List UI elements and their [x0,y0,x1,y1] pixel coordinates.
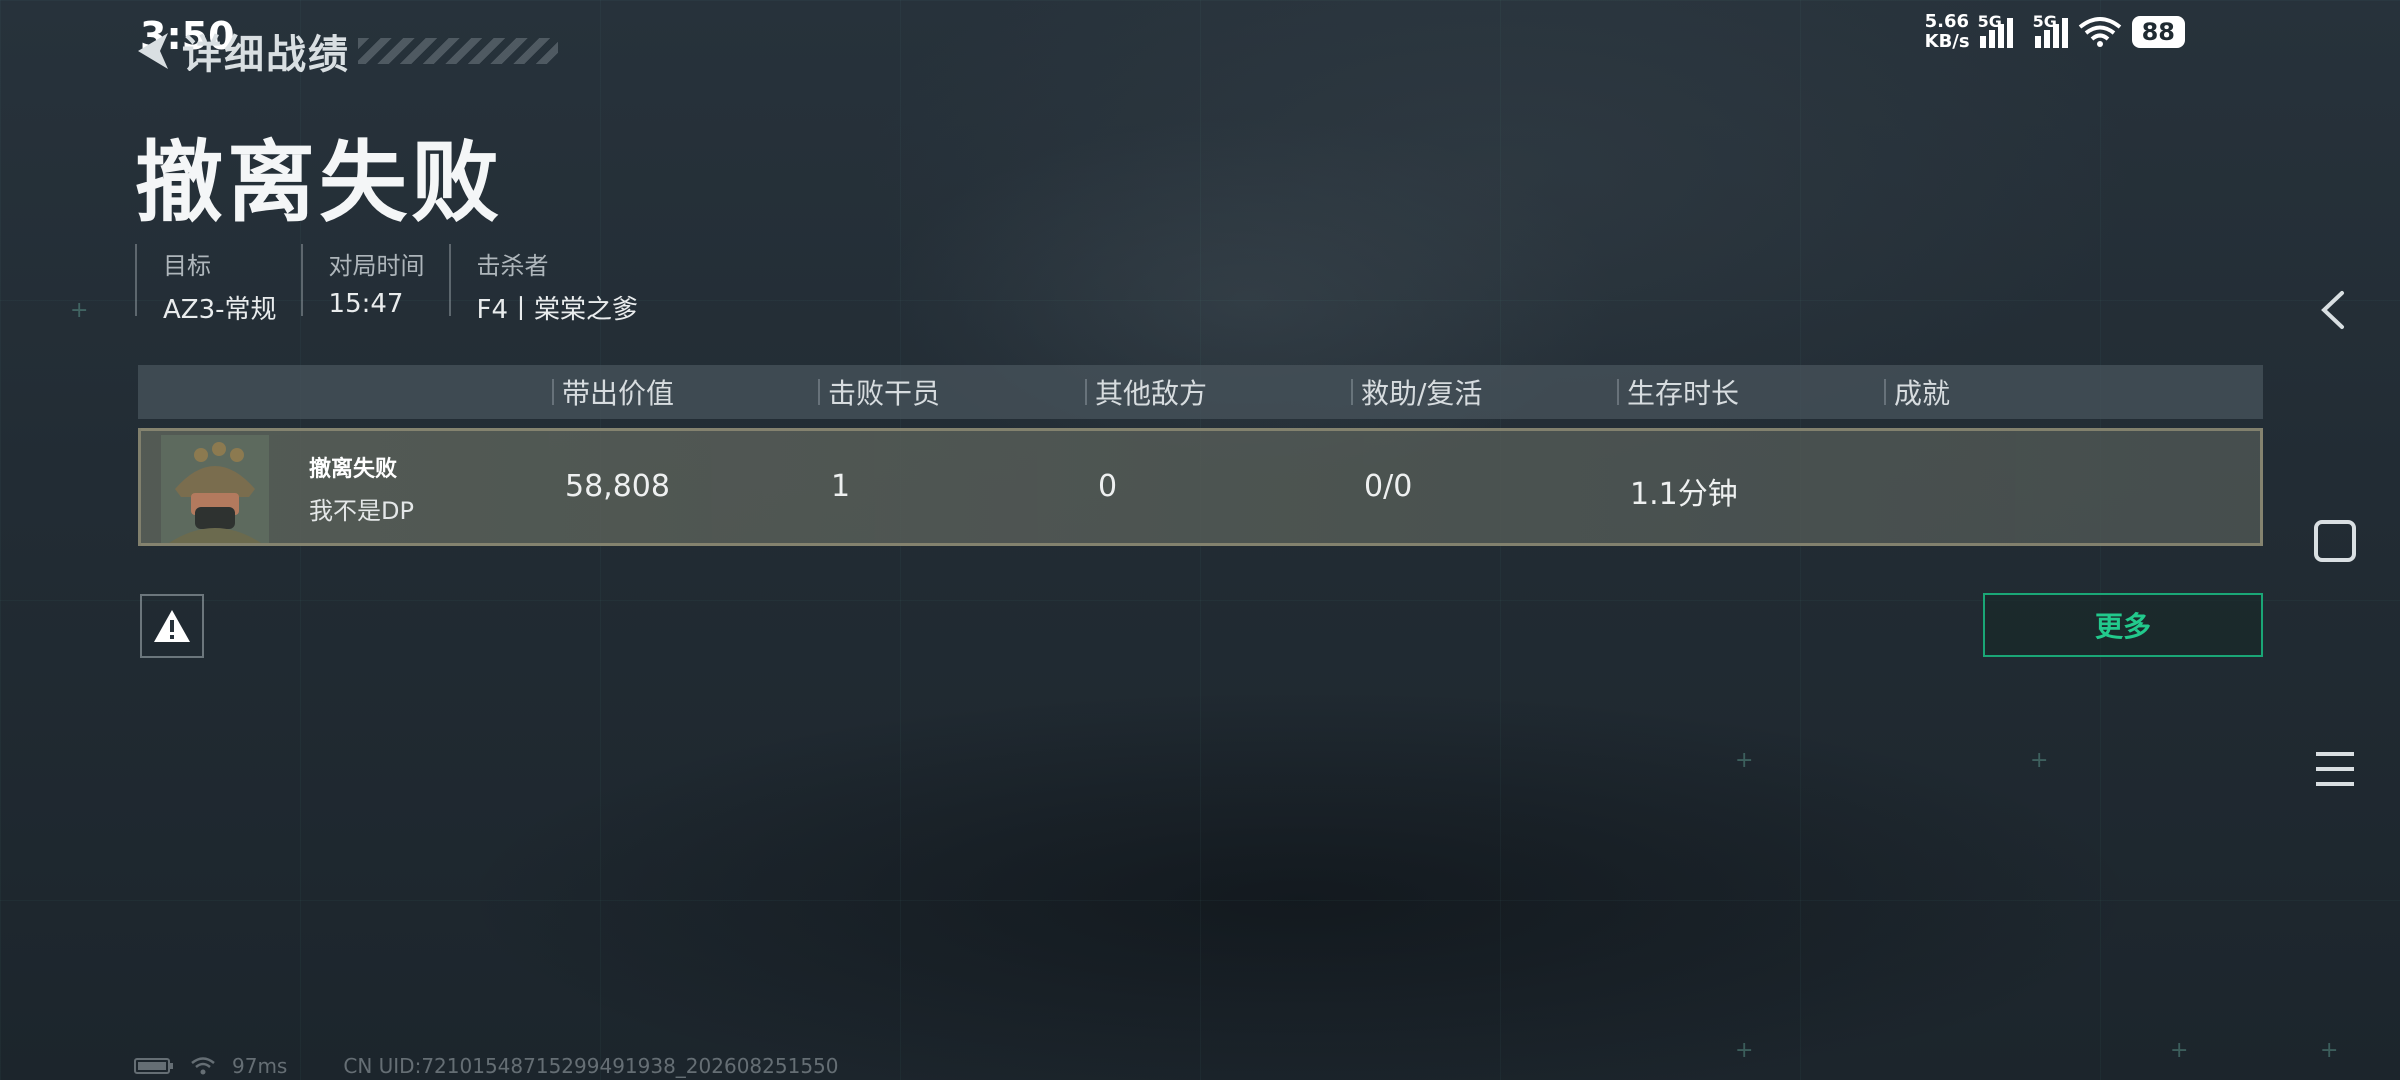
back-button[interactable]: 详细战绩 [132,22,558,80]
crosshair-decoration: + [2030,748,2049,773]
battery-icon [134,1058,173,1074]
title-decoration [358,38,558,64]
signal-label: 5G [1977,12,2002,31]
cell-extracted-value: 58,808 [565,469,670,504]
column-header: 击败干员 [817,365,940,419]
table-row[interactable]: 撤离失败 我不是DP 58,808 1 0 0/0 1.1分钟 [138,428,2263,546]
meta-value: 15:47 [328,289,404,319]
signal-label: 5G [2032,12,2057,31]
crosshair-decoration: + [1735,748,1754,773]
status-icons: 5.66 KB/s 5G 5G 88 [1925,12,2185,52]
crosshair-decoration: + [2170,1038,2189,1063]
avatar [161,435,269,543]
back-arrow-icon [138,33,168,69]
crosshair-decoration: + [70,298,89,323]
row-player-name: 我不是DP [309,497,414,525]
footer-info: 97ms CN UID:72101548715299491938_2026082… [134,1054,839,1078]
meta-killer: 击杀者 F4丨棠棠之爹 [448,244,663,325]
meta-objective: 目标 AZ3-常规 [135,244,301,325]
column-header: 带出价值 [551,365,674,419]
signal-icon: 5G [2033,12,2068,48]
chevron-left-icon[interactable] [2310,285,2360,335]
user-uid: CN UID:72101548715299491938_202608251550 [343,1054,839,1078]
network-speed: 5.66 KB/s [1925,12,1970,52]
wifi-icon [2078,17,2121,47]
menu-icon[interactable] [2310,744,2360,794]
square-icon[interactable] [2310,516,2360,566]
page-title: 详细战绩 [182,32,350,78]
meta-label: 击杀者 [476,252,549,280]
column-header: 其他敌方 [1084,365,1207,419]
signal-icon: 5G [1978,12,2013,48]
meta-match-time: 对局时间 15:47 [300,244,449,319]
warning-icon [154,610,190,642]
match-meta: 目标 AZ3-常规 对局时间 15:47 击杀者 F4丨棠棠之爹 [135,244,663,325]
network-speed-value: 5.66 [1924,11,1970,32]
network-speed-unit: KB/s [1924,31,1970,52]
cell-operators-defeated: 1 [831,469,851,504]
cell-assist-revive: 0/0 [1364,469,1413,504]
column-header: 生存时长 [1616,365,1739,419]
meta-label: 对局时间 [328,252,425,280]
meta-value: F4丨棠棠之爹 [476,295,639,325]
crosshair-decoration: + [1735,1038,1754,1063]
result-title: 撤离失败 [135,131,504,234]
wifi-icon [191,1057,215,1075]
meta-label: 目标 [163,252,211,280]
row-extraction-status: 撤离失败 [309,457,398,482]
meta-value: AZ3-常规 [163,295,277,325]
ping-value: 97ms [232,1054,288,1078]
battery-indicator: 88 [2131,16,2185,48]
operator-portrait-icon [161,435,269,543]
column-header: 成就 [1883,365,1950,419]
column-header: 救助/复活 [1350,365,1482,419]
report-button[interactable] [140,594,204,658]
crosshair-decoration: + [2320,1038,2339,1063]
cell-survival-time: 1.1分钟 [1630,477,1738,512]
cell-other-enemies: 0 [1098,469,1118,504]
stats-table-header: 带出价值 击败干员 其他敌方 救助/复活 生存时长 成就 [138,365,2263,419]
more-button[interactable]: 更多 [1983,593,2263,657]
